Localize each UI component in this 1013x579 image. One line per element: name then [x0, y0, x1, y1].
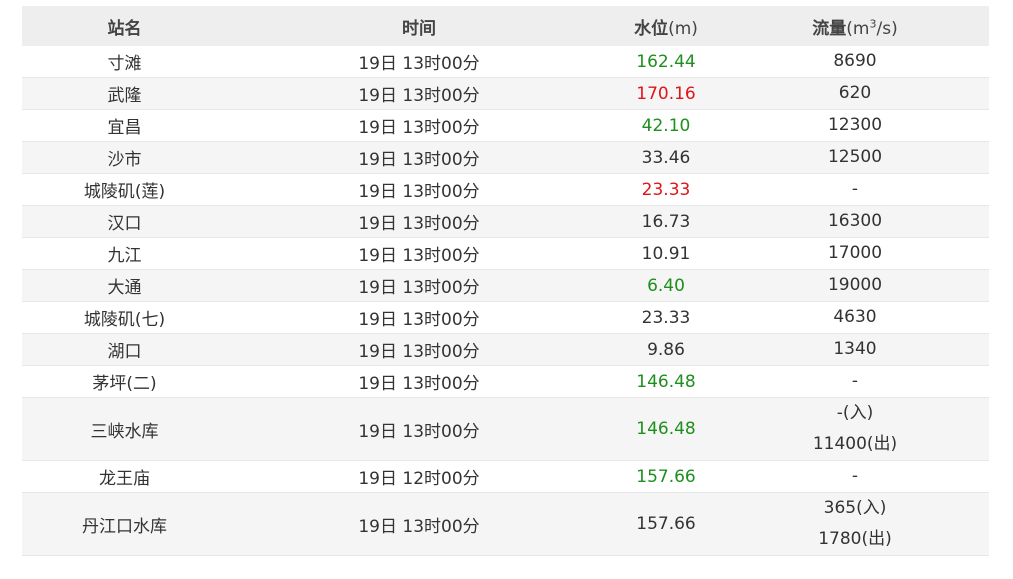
- flow-value: 12500: [827, 147, 883, 167]
- flow-value: -(入): [836, 403, 874, 423]
- flow-value: 1340: [833, 339, 877, 359]
- table-row: 武隆 19日 13时00分 170.16 620: [22, 77, 989, 110]
- flow-value: 17000: [827, 243, 883, 263]
- flow-cell: 12300: [721, 109, 989, 142]
- flow-value: 19000: [827, 275, 883, 295]
- header-flow-unit: (m3/s): [846, 16, 898, 39]
- header-flow: 流量(m3/s): [721, 6, 989, 46]
- water-level-cell: 157.66: [611, 460, 721, 493]
- flow-cell: 19000: [721, 269, 989, 302]
- table-row: 寸滩 19日 13时00分 162.44 8690: [22, 46, 989, 78]
- flow-value: 4630: [833, 307, 877, 327]
- header-water-level: 水位(m): [611, 6, 721, 46]
- water-level-table-container: 站名 时间 水位(m) 流量(m3/s) 寸滩 19日 13时00分 162.44 8…: [22, 6, 989, 556]
- time-cell: 19日 13时00分: [227, 397, 611, 461]
- water-level-cell: 23.33: [611, 173, 721, 206]
- flow-cell: 16300: [721, 205, 989, 238]
- time-cell: 19日 13时00分: [227, 77, 611, 110]
- station-name-cell: 宜昌: [22, 109, 227, 142]
- station-name-cell: 寸滩: [22, 46, 227, 78]
- table-row: 龙王庙 19日 12时00分 157.66 -: [22, 460, 989, 493]
- water-level-cell: 33.46: [611, 141, 721, 174]
- water-level-cell: 42.10: [611, 109, 721, 142]
- flow-value: 8690: [833, 51, 877, 71]
- flow-cell: 1340: [721, 333, 989, 366]
- flow-value: 12300: [827, 115, 883, 135]
- table-row: 城陵矶(七) 19日 13时00分 23.33 4630: [22, 301, 989, 334]
- flow-value: 1780(出): [818, 529, 892, 549]
- time-cell: 19日 13时00分: [227, 269, 611, 302]
- time-cell: 19日 13时00分: [227, 205, 611, 238]
- water-level-cell: 16.73: [611, 205, 721, 238]
- water-level-cell: 146.48: [611, 397, 721, 461]
- time-cell: 19日 13时00分: [227, 141, 611, 174]
- station-name-cell: 汉口: [22, 205, 227, 238]
- station-name-cell: 城陵矶(莲): [22, 173, 227, 206]
- station-name-cell: 茅坪(二): [22, 365, 227, 398]
- table-row: 丹江口水库 19日 13时00分 157.66 365(入) 1780(出): [22, 492, 989, 556]
- table-row: 三峡水库 19日 13时00分 146.48 -(入) 11400(出): [22, 397, 989, 461]
- flow-value: 620: [838, 83, 872, 103]
- station-name-cell: 沙市: [22, 141, 227, 174]
- time-cell: 19日 12时00分: [227, 460, 611, 493]
- time-cell: 19日 13时00分: [227, 237, 611, 270]
- flow-cell: 17000: [721, 237, 989, 270]
- station-name-cell: 大通: [22, 269, 227, 302]
- flow-value: 16300: [827, 211, 883, 231]
- table-header-row: 站名 时间 水位(m) 流量(m3/s): [22, 6, 989, 46]
- flow-cell: -(入) 11400(出): [721, 397, 989, 461]
- time-cell: 19日 13时00分: [227, 333, 611, 366]
- water-level-cell: 9.86: [611, 333, 721, 366]
- station-name-cell: 三峡水库: [22, 397, 227, 461]
- header-flow-label: 流量: [812, 18, 847, 39]
- flow-cell: -: [721, 365, 989, 398]
- time-cell: 19日 13时00分: [227, 173, 611, 206]
- flow-value: 11400(出): [812, 434, 898, 454]
- time-cell: 19日 13时00分: [227, 109, 611, 142]
- header-time: 时间: [227, 6, 611, 46]
- header-station-name: 站名: [22, 6, 227, 46]
- table-row: 沙市 19日 13时00分 33.46 12500: [22, 141, 989, 174]
- table-body: 寸滩 19日 13时00分 162.44 8690 武隆 19日 13时00分 170.16…: [22, 46, 989, 556]
- station-name-cell: 湖口: [22, 333, 227, 366]
- table-row: 大通 19日 13时00分 6.40 19000: [22, 269, 989, 302]
- flow-cell: 365(入) 1780(出): [721, 492, 989, 556]
- flow-value: 365(入): [823, 498, 887, 518]
- time-cell: 19日 13时00分: [227, 492, 611, 556]
- time-cell: 19日 13时00分: [227, 301, 611, 334]
- water-level-cell: 157.66: [611, 492, 721, 556]
- table-row: 九江 19日 13时00分 10.91 17000: [22, 237, 989, 270]
- flow-cell: 620: [721, 77, 989, 110]
- flow-value: -: [851, 179, 859, 199]
- flow-cell: 4630: [721, 301, 989, 334]
- header-water-level-label: 水位: [634, 18, 669, 39]
- flow-cell: 12500: [721, 141, 989, 174]
- water-level-table: 站名 时间 水位(m) 流量(m3/s) 寸滩 19日 13时00分 162.44 8…: [22, 6, 989, 556]
- water-level-cell: 146.48: [611, 365, 721, 398]
- table-row: 汉口 19日 13时00分 16.73 16300: [22, 205, 989, 238]
- water-level-cell: 10.91: [611, 237, 721, 270]
- flow-cell: -: [721, 173, 989, 206]
- water-level-cell: 6.40: [611, 269, 721, 302]
- station-name-cell: 龙王庙: [22, 460, 227, 493]
- station-name-cell: 丹江口水库: [22, 492, 227, 556]
- flow-value: -: [851, 371, 859, 391]
- flow-cell: -: [721, 460, 989, 493]
- time-cell: 19日 13时00分: [227, 46, 611, 78]
- water-level-cell: 162.44: [611, 46, 721, 78]
- header-water-level-unit: (m): [668, 18, 698, 39]
- water-level-cell: 170.16: [611, 77, 721, 110]
- station-name-cell: 城陵矶(七): [22, 301, 227, 334]
- water-level-cell: 23.33: [611, 301, 721, 334]
- station-name-cell: 武隆: [22, 77, 227, 110]
- table-row: 宜昌 19日 13时00分 42.10 12300: [22, 109, 989, 142]
- table-row: 湖口 19日 13时00分 9.86 1340: [22, 333, 989, 366]
- flow-value: -: [851, 466, 859, 486]
- flow-cell: 8690: [721, 46, 989, 78]
- table-row: 城陵矶(莲) 19日 13时00分 23.33 -: [22, 173, 989, 206]
- table-row: 茅坪(二) 19日 13时00分 146.48 -: [22, 365, 989, 398]
- time-cell: 19日 13时00分: [227, 365, 611, 398]
- station-name-cell: 九江: [22, 237, 227, 270]
